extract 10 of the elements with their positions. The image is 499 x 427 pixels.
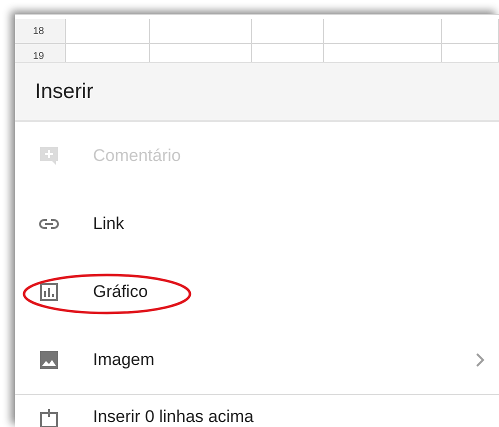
menu-title: Inserir [35,80,94,104]
bar-chart-icon [37,280,61,304]
image-icon [37,348,61,372]
menu-item[interactable]: Link [15,190,499,258]
menu-item[interactable]: Imagem [15,326,499,394]
row-number[interactable]: 19 [15,44,66,62]
insert-row-icon [37,407,61,427]
menu-item[interactable]: Inserir 0 linhas acima [15,395,499,427]
menu-item[interactable]: Gráfico [15,258,499,326]
row-number[interactable]: 18 [15,19,66,43]
